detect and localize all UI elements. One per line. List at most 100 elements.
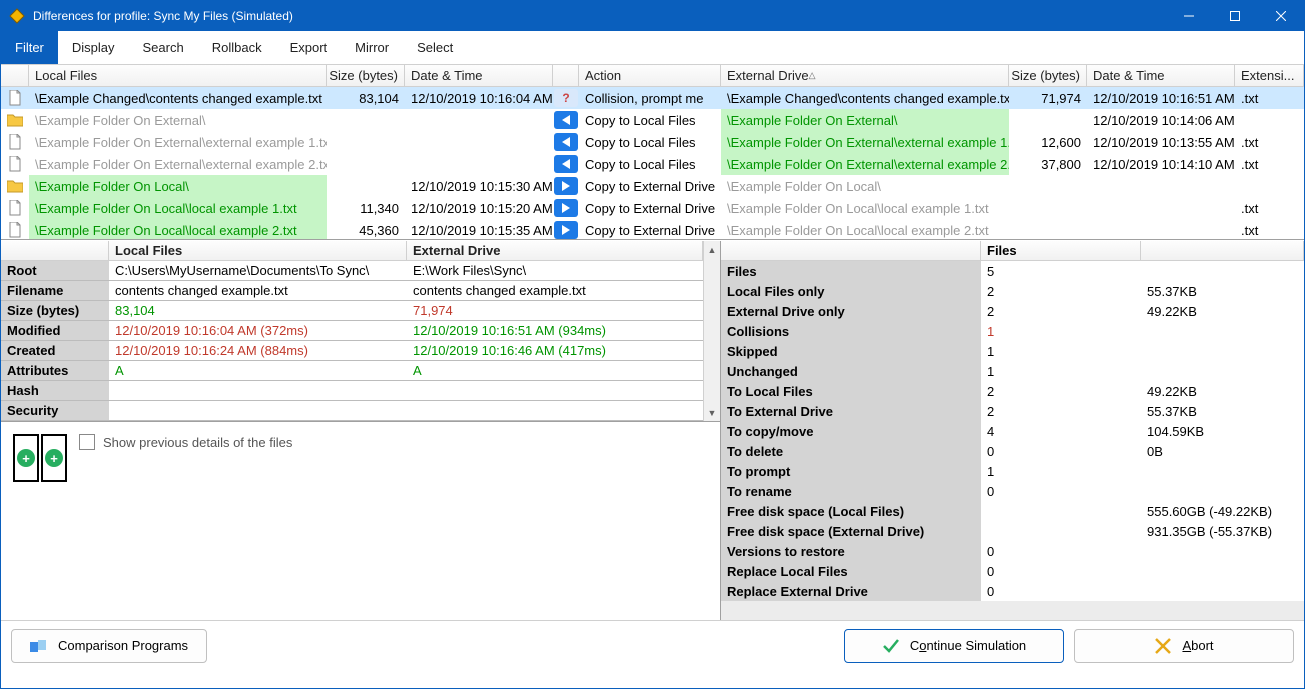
col-extension[interactable]: Extensi...	[1235, 65, 1304, 86]
toolbar-display[interactable]: Display	[58, 31, 129, 64]
col-external[interactable]: External Drive	[721, 65, 1009, 86]
col-local[interactable]: Local Files	[29, 65, 327, 86]
stats-label: To prompt	[721, 464, 981, 479]
scroll-up-icon[interactable]: ▲	[706, 243, 719, 256]
cell-action: Copy to Local Files	[579, 131, 721, 153]
stats-label: To delete	[721, 444, 981, 459]
cell-extension: .txt	[1235, 87, 1304, 109]
toolbar-export[interactable]: Export	[276, 31, 342, 64]
close-button[interactable]	[1258, 1, 1304, 31]
stats-value-1: 0	[981, 561, 1141, 581]
cell-size-right: 71,974	[1009, 87, 1087, 109]
toolbar-search[interactable]: Search	[129, 31, 198, 64]
detail-label: Size (bytes)	[1, 303, 109, 318]
stats-header: Files	[721, 241, 1304, 261]
col-action[interactable]: Action	[579, 65, 721, 86]
stats-value-1	[981, 501, 1141, 521]
cell-external-path: \Example Folder On External\	[721, 109, 1009, 131]
detail-label: Filename	[1, 283, 109, 298]
col-date-left[interactable]: Date & Time	[405, 65, 553, 86]
detail-external-value	[407, 381, 703, 400]
stats-head-files[interactable]: Files	[981, 241, 1141, 260]
cell-local-path: \Example Folder On External\external exa…	[29, 153, 327, 175]
table-row[interactable]: \Example Folder On Local\local example 1…	[1, 197, 1304, 219]
cell-size-right: 37,800	[1009, 153, 1087, 175]
cell-action: Copy to Local Files	[579, 109, 721, 131]
stats-row: To External Drive255.37KB	[721, 401, 1304, 421]
details-scrollbar[interactable]: ▲ ▼	[703, 241, 720, 421]
cell-action-icon[interactable]	[553, 197, 579, 219]
cell-action-icon[interactable]	[553, 175, 579, 197]
stats-value-2	[1141, 261, 1304, 281]
maximize-button[interactable]	[1212, 1, 1258, 31]
table-row[interactable]: \Example Folder On External\Copy to Loca…	[1, 109, 1304, 131]
detail-local-value	[109, 401, 407, 420]
abort-label: Abort	[1182, 638, 1213, 653]
stats-value-1: 1	[981, 321, 1141, 341]
cell-size-right	[1009, 175, 1087, 197]
stats-label: Skipped	[721, 344, 981, 359]
cell-date-left: 12/10/2019 10:15:35 AM	[405, 219, 553, 240]
table-row[interactable]: \Example Folder On Local\local example 2…	[1, 219, 1304, 240]
toolbar-select[interactable]: Select	[403, 31, 467, 64]
col-icon[interactable]	[1, 65, 29, 86]
stats-row: Local Files only255.37KB	[721, 281, 1304, 301]
row-icon	[1, 197, 29, 219]
details-head-external[interactable]: External Drive	[407, 241, 703, 260]
arrow-left-icon	[554, 133, 578, 151]
preview-thumb-right[interactable]: +	[41, 434, 67, 482]
stats-value-2	[1141, 541, 1304, 561]
stats-value-1: 0	[981, 581, 1141, 601]
cell-date-left	[405, 131, 553, 153]
table-row[interactable]: \Example Changed\contents changed exampl…	[1, 87, 1304, 109]
cell-size-left	[327, 175, 405, 197]
detail-row: Created12/10/2019 10:16:24 AM (884ms)12/…	[1, 341, 703, 361]
cell-action-icon[interactable]	[553, 131, 579, 153]
table-row[interactable]: \Example Folder On External\external exa…	[1, 153, 1304, 175]
cell-size-left	[327, 109, 405, 131]
toolbar-mirror[interactable]: Mirror	[341, 31, 403, 64]
stats-value-1: 2	[981, 301, 1141, 321]
stats-row: Unchanged1	[721, 361, 1304, 381]
detail-local-value: A	[109, 361, 407, 380]
detail-local-value: 83,104	[109, 301, 407, 320]
stats-row: External Drive only249.22KB	[721, 301, 1304, 321]
col-size-right[interactable]: Size (bytes)	[1009, 65, 1087, 86]
col-date-right[interactable]: Date & Time	[1087, 65, 1235, 86]
detail-external-value: E:\Work Files\Sync\	[407, 261, 703, 280]
show-previous-checkbox[interactable]	[79, 434, 95, 450]
cell-action: Copy to External Drive	[579, 219, 721, 240]
col-action-icon[interactable]	[553, 65, 579, 86]
stats-row: Replace Local Files0	[721, 561, 1304, 581]
abort-button[interactable]: Abort	[1074, 629, 1294, 663]
minimize-button[interactable]	[1166, 1, 1212, 31]
window-title: Differences for profile: Sync My Files (…	[33, 9, 1166, 23]
detail-row: Filenamecontents changed example.txtcont…	[1, 281, 703, 301]
scroll-down-icon[interactable]: ▼	[706, 406, 719, 419]
detail-row: AttributesAA	[1, 361, 703, 381]
toolbar-filter[interactable]: Filter	[1, 31, 58, 64]
table-row[interactable]: \Example Folder On External\external exa…	[1, 131, 1304, 153]
toolbar-rollback[interactable]: Rollback	[198, 31, 276, 64]
cell-date-left	[405, 153, 553, 175]
comparison-programs-button[interactable]: Comparison Programs	[11, 629, 207, 663]
continue-simulation-button[interactable]: Continue Simulation	[844, 629, 1064, 663]
cell-action-icon[interactable]	[553, 109, 579, 131]
details-head-local[interactable]: Local Files	[109, 241, 407, 260]
cell-date-left: 12/10/2019 10:15:30 AM	[405, 175, 553, 197]
plus-icon: +	[45, 449, 63, 467]
stats-value-2	[1141, 481, 1304, 501]
cell-action-icon[interactable]	[553, 153, 579, 175]
stats-label: Local Files only	[721, 284, 981, 299]
table-row[interactable]: \Example Folder On Local\ 12/10/2019 10:1…	[1, 175, 1304, 197]
cell-action-icon[interactable]: ?	[553, 87, 579, 109]
arrow-left-icon	[554, 111, 578, 129]
preview-thumb-left[interactable]: +	[13, 434, 39, 482]
col-size-left[interactable]: Size (bytes)	[327, 65, 405, 86]
detail-external-value: A	[407, 361, 703, 380]
stats-row: To Local Files249.22KB	[721, 381, 1304, 401]
cell-local-path: \Example Folder On Local\	[29, 175, 327, 197]
stats-row: To prompt1	[721, 461, 1304, 481]
cell-action-icon[interactable]	[553, 219, 579, 240]
stats-value-1: 2	[981, 401, 1141, 421]
